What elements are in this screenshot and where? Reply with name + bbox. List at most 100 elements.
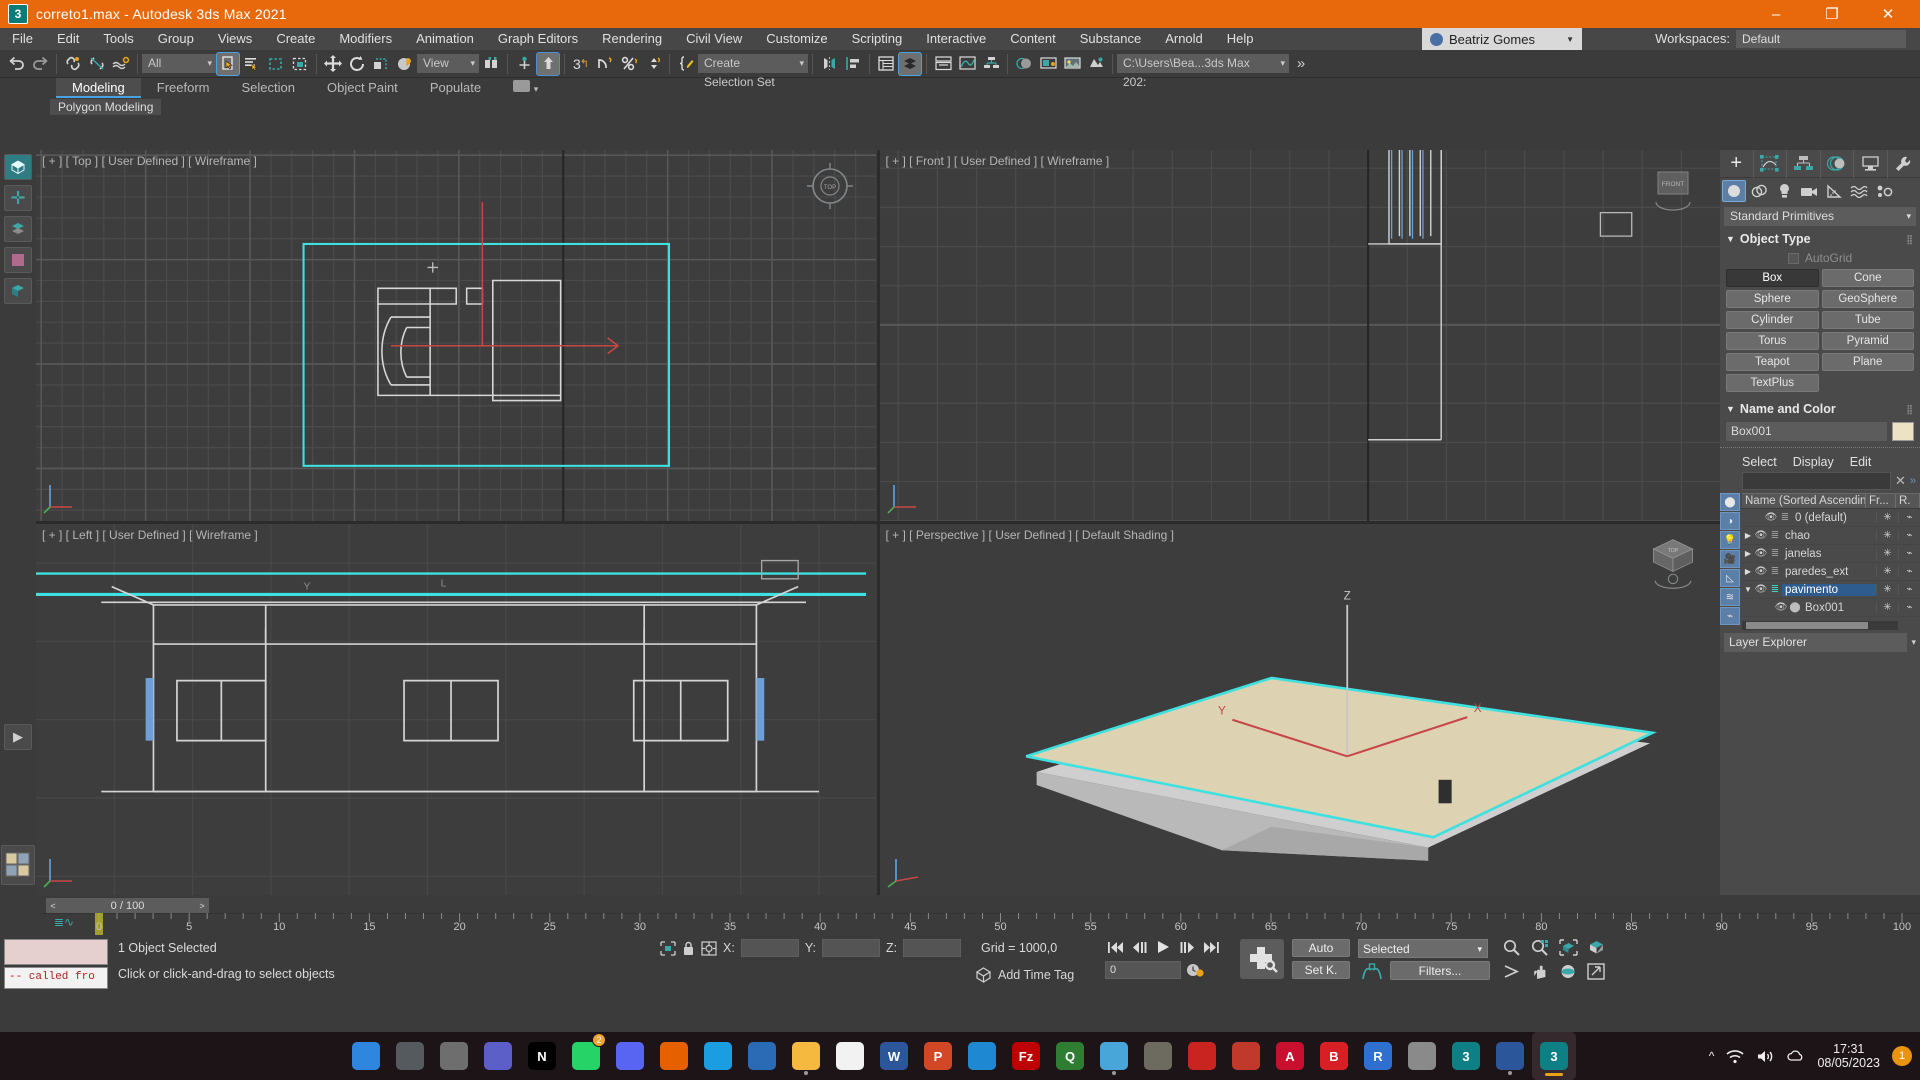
- toggle-scene-explorer-button[interactable]: [874, 52, 898, 76]
- taskbar-clock[interactable]: 17:31 08/05/2023: [1817, 1042, 1880, 1070]
- visibility-eye-icon[interactable]: 👁: [1754, 584, 1768, 595]
- align-button[interactable]: [841, 52, 865, 76]
- object-type-geosphere[interactable]: GeoSphere: [1821, 290, 1914, 308]
- go-to-end-button[interactable]: [1201, 937, 1221, 957]
- project-folder-combo[interactable]: C:\Users\Bea...3ds Max 202:: [1117, 54, 1289, 89]
- filter-shapes-icon[interactable]: ◑: [1720, 512, 1740, 530]
- menu-animation[interactable]: Animation: [404, 28, 486, 50]
- next-frame-button[interactable]: >: [195, 898, 209, 914]
- filter-lights-icon[interactable]: 💡: [1720, 531, 1740, 549]
- toolbar-overflow-button[interactable]: »: [1289, 52, 1313, 76]
- lights-category-icon[interactable]: [1772, 180, 1796, 202]
- menu-civil-view[interactable]: Civil View: [674, 28, 754, 50]
- select-object-button[interactable]: [216, 51, 240, 76]
- space-warps-category-icon[interactable]: [1847, 180, 1871, 202]
- object-type-box[interactable]: Box: [1726, 269, 1819, 287]
- render-column-cell[interactable]: ⌁: [1898, 530, 1920, 541]
- taskbar-discord-icon[interactable]: [608, 1032, 652, 1080]
- select-and-place-button[interactable]: [393, 52, 417, 76]
- taskbar-edge-icon[interactable]: [696, 1032, 740, 1080]
- object-color-swatch[interactable]: [1892, 422, 1914, 441]
- select-and-manipulate-button[interactable]: [512, 52, 536, 76]
- zoom-all-icon[interactable]: [1528, 937, 1552, 957]
- maxscript-mini-listener[interactable]: [4, 939, 108, 965]
- systems-category-icon[interactable]: [1872, 180, 1896, 202]
- scene-explorer-row[interactable]: ▼ 👁 ≣ pavimento ✳ ⌁: [1742, 581, 1920, 599]
- edit-named-selection-sets-button[interactable]: [674, 52, 698, 76]
- freeze-column-cell[interactable]: ✳: [1876, 530, 1898, 541]
- menu-help[interactable]: Help: [1215, 28, 1266, 50]
- menu-tools[interactable]: Tools: [91, 28, 145, 50]
- selection-lock-toggle-icon[interactable]: [682, 941, 695, 956]
- tab-modify[interactable]: [1754, 150, 1787, 178]
- zoom-icon[interactable]: [1500, 937, 1524, 957]
- zoom-extents-icon[interactable]: [1556, 937, 1580, 957]
- taskbar-revit-icon[interactable]: R: [1356, 1032, 1400, 1080]
- scene-explorer-menu-select[interactable]: Select: [1742, 455, 1777, 469]
- tab-utilities[interactable]: [1888, 150, 1920, 178]
- scene-explorer-column-1[interactable]: Fr...: [1866, 494, 1896, 508]
- ribbon-tab-object-paint[interactable]: Object Paint: [311, 78, 414, 98]
- time-configuration-icon[interactable]: [1186, 962, 1204, 978]
- scene-explorer-row[interactable]: ▶ 👁 ≣ chao ✳ ⌁: [1742, 527, 1920, 545]
- expand-toolbar-icon[interactable]: »: [1910, 475, 1916, 487]
- taskbar-qbittorrent-icon[interactable]: Q: [1048, 1032, 1092, 1080]
- auto-key-button[interactable]: Auto: [1292, 939, 1350, 957]
- taskbar-sketchup-icon[interactable]: [1224, 1032, 1268, 1080]
- object-type-textplus[interactable]: TextPlus: [1726, 374, 1819, 392]
- render-column-cell[interactable]: ⌁: [1898, 584, 1920, 595]
- select-and-link-icon[interactable]: [61, 52, 85, 76]
- view-cube-top[interactable]: TOP: [801, 160, 859, 218]
- tab-motion[interactable]: [1821, 150, 1854, 178]
- scene-explorer-menu-edit[interactable]: Edit: [1850, 455, 1872, 469]
- taskbar-notepad-icon[interactable]: [828, 1032, 872, 1080]
- freeze-column-cell[interactable]: ✳: [1876, 602, 1898, 613]
- wifi-icon[interactable]: [1726, 1049, 1744, 1064]
- layer-explorer-label[interactable]: Layer Explorer: [1724, 633, 1908, 652]
- modeling-toolbar-toggle-icon[interactable]: [4, 154, 32, 180]
- viewport-perspective[interactable]: Z Y X [ + ] [ Perspective ] [ User Defin…: [879, 524, 1720, 895]
- taskbar-firefox-icon[interactable]: [652, 1032, 696, 1080]
- select-and-rotate-button[interactable]: [345, 52, 369, 76]
- object-type-cone[interactable]: Cone: [1821, 269, 1914, 287]
- percent-snap-toggle-button[interactable]: [617, 52, 641, 76]
- filter-cameras-icon[interactable]: 🎥: [1720, 550, 1740, 568]
- undo-button[interactable]: [4, 52, 28, 76]
- next-frame-step-button[interactable]: [1177, 937, 1197, 957]
- workspace-selector[interactable]: Default: [1736, 30, 1906, 48]
- autogrid-row[interactable]: AutoGrid: [1720, 249, 1920, 267]
- menu-rendering[interactable]: Rendering: [590, 28, 674, 50]
- select-by-name-button[interactable]: [240, 52, 264, 76]
- material-editor-button[interactable]: [1012, 52, 1036, 76]
- object-type-teapot[interactable]: Teapot: [1726, 353, 1819, 371]
- viewport-top[interactable]: [ + ] [ Top ] [ User Defined ] [ Wirefra…: [36, 150, 877, 521]
- layers-icon[interactable]: [4, 216, 32, 242]
- key-filter-combo[interactable]: Selected: [1358, 939, 1488, 958]
- account-widget[interactable]: Beatriz Gomes ▼: [1422, 28, 1582, 50]
- cameras-category-icon[interactable]: [1797, 180, 1821, 202]
- expand-triangle-icon[interactable]: ▶: [1742, 531, 1754, 540]
- redo-button[interactable]: [28, 52, 52, 76]
- menu-edit[interactable]: Edit: [45, 28, 91, 50]
- render-frame-window-button[interactable]: [1060, 52, 1084, 76]
- viewport-perspective-label[interactable]: [ + ] [ Perspective ] [ User Defined ] […: [886, 528, 1174, 542]
- scene-explorer-row[interactable]: 👁 ≣ 0 (default) ✳ ⌁: [1742, 509, 1920, 527]
- taskbar-teams-icon[interactable]: [476, 1032, 520, 1080]
- helpers-category-icon[interactable]: [1822, 180, 1846, 202]
- view-cube-perspective[interactable]: TOP: [1644, 534, 1702, 592]
- z-field[interactable]: [903, 939, 962, 957]
- visibility-eye-icon[interactable]: 👁: [1774, 602, 1788, 613]
- object-type-rollout-header[interactable]: ▼ Object Type ⣿: [1720, 229, 1920, 249]
- scene-explorer-column-2[interactable]: R.: [1896, 494, 1920, 508]
- spinner-snap-toggle-button[interactable]: [641, 52, 665, 76]
- freeze-column-cell[interactable]: ✳: [1876, 512, 1898, 523]
- taskbar-whatsapp-icon[interactable]: 2: [564, 1032, 608, 1080]
- freeze-column-cell[interactable]: ✳: [1876, 566, 1898, 577]
- previous-frame-button[interactable]: <: [46, 898, 60, 914]
- pan-icon[interactable]: [1528, 961, 1552, 981]
- key-frame-spinner[interactable]: 0: [1105, 961, 1181, 979]
- go-to-start-button[interactable]: [1105, 937, 1125, 957]
- taskbar-task-view-icon[interactable]: [432, 1032, 476, 1080]
- object-name-field[interactable]: Box001: [1726, 422, 1887, 441]
- expand-left-panel-icon[interactable]: ▶: [4, 724, 32, 750]
